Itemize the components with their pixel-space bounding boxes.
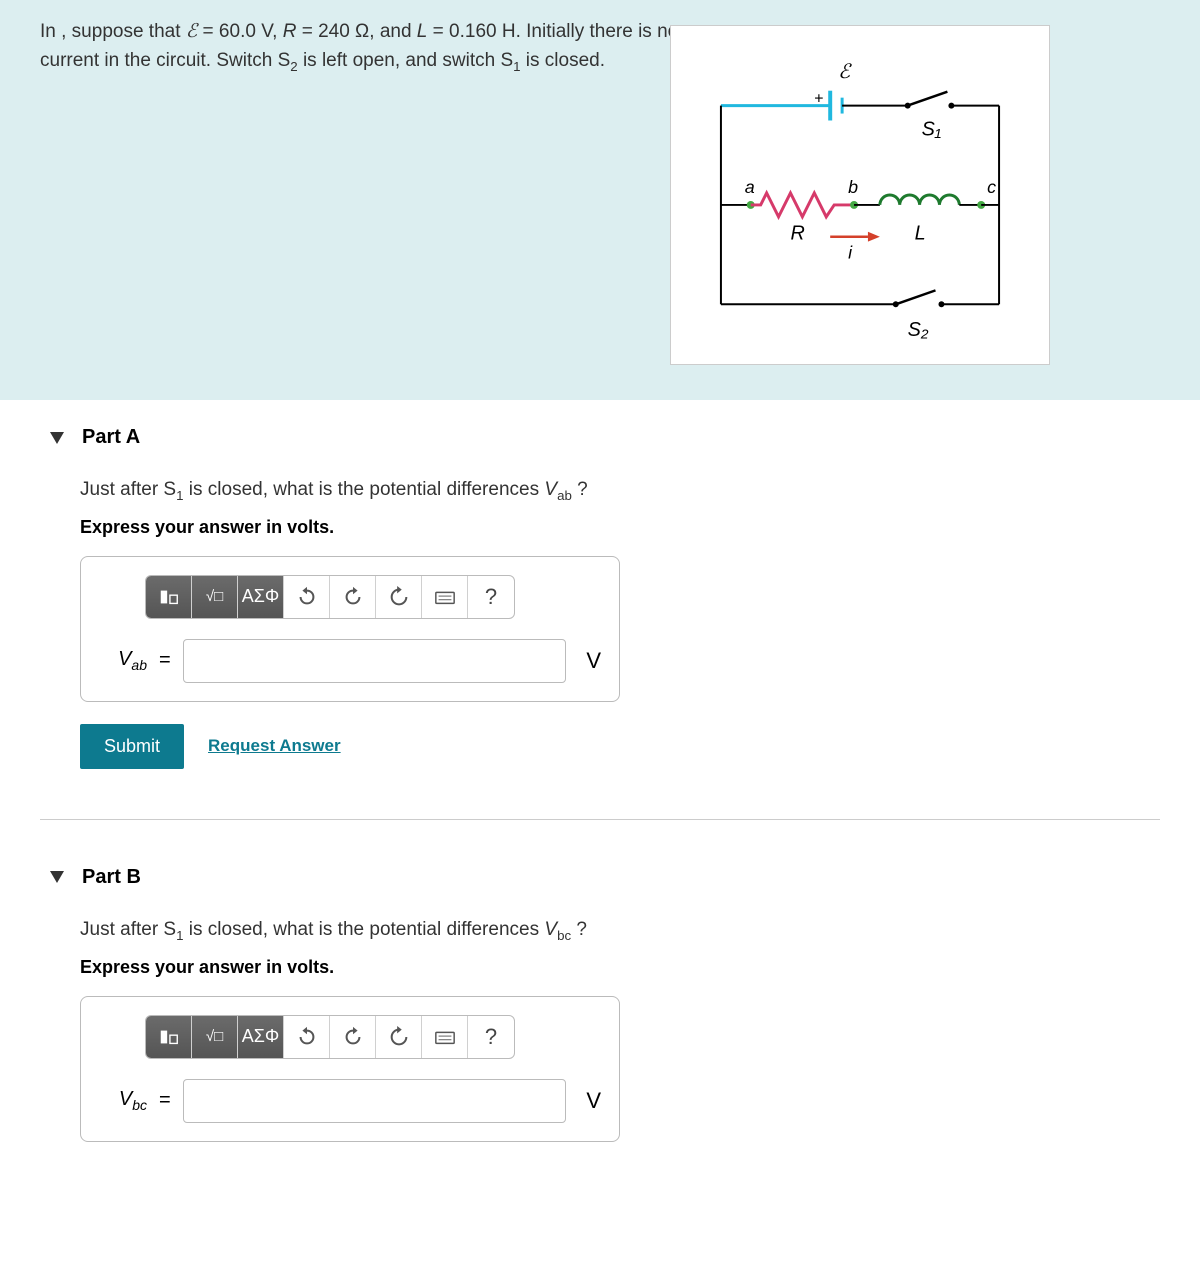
unit-b: V: [578, 1088, 601, 1114]
template-icon[interactable]: [146, 1016, 192, 1058]
svg-text:L: L: [915, 223, 926, 245]
svg-text:c: c: [987, 177, 996, 197]
svg-text:R: R: [790, 223, 804, 245]
request-answer-a[interactable]: Request Answer: [208, 736, 341, 756]
redo-icon[interactable]: [330, 576, 376, 618]
redo-icon[interactable]: [330, 1016, 376, 1058]
part-a-hint: Express your answer in volts.: [80, 517, 1150, 538]
reset-icon[interactable]: [376, 576, 422, 618]
svg-text:S₂: S₂: [908, 319, 929, 341]
unit-a: V: [578, 648, 601, 674]
part-b-question: Just after S1 is closed, what is the pot…: [80, 919, 1150, 943]
answer-input-a[interactable]: [183, 639, 567, 683]
svg-text:b: b: [848, 177, 858, 197]
part-b-title: Part B: [82, 866, 141, 889]
keyboard-icon[interactable]: [422, 576, 468, 618]
toolbar-b: √□ ΑΣΦ ?: [145, 1015, 515, 1059]
svg-text:i: i: [848, 243, 853, 263]
part-b-hint: Express your answer in volts.: [80, 957, 1150, 978]
part-a-title: Part A: [82, 426, 140, 449]
answer-box-a: √□ ΑΣΦ ? Vab =: [80, 556, 620, 702]
greek-button[interactable]: ΑΣΦ: [238, 576, 284, 618]
part-b-header[interactable]: Part B: [40, 850, 1160, 899]
problem-statement: In , suppose that ℰ = 60.0 V, R = 240 Ω,…: [40, 18, 680, 360]
keyboard-icon[interactable]: [422, 1016, 468, 1058]
radical-icon[interactable]: √□: [192, 1016, 238, 1058]
toolbar-a: √□ ΑΣΦ ?: [145, 575, 515, 619]
circuit-figure: ℰ + S₁ a R b: [670, 25, 1050, 365]
chevron-down-icon: [50, 871, 64, 883]
radical-icon[interactable]: √□: [192, 576, 238, 618]
chevron-down-icon: [50, 432, 64, 444]
var-label-b: Vbc: [99, 1088, 147, 1113]
template-icon[interactable]: [146, 576, 192, 618]
undo-icon[interactable]: [284, 1016, 330, 1058]
svg-text:ℰ: ℰ: [838, 61, 852, 83]
reset-icon[interactable]: [376, 1016, 422, 1058]
answer-input-b[interactable]: [183, 1079, 567, 1123]
greek-button[interactable]: ΑΣΦ: [238, 1016, 284, 1058]
part-a-header[interactable]: Part A: [40, 410, 1160, 459]
submit-button-a[interactable]: Submit: [80, 724, 184, 769]
svg-text:S₁: S₁: [922, 118, 942, 140]
svg-text:+: +: [814, 91, 823, 108]
svg-text:a: a: [745, 177, 755, 197]
answer-box-b: √□ ΑΣΦ ? Vbc =: [80, 996, 620, 1142]
undo-icon[interactable]: [284, 576, 330, 618]
help-icon[interactable]: ?: [468, 576, 514, 618]
var-label-a: Vab: [99, 648, 147, 673]
part-a-question: Just after S1 is closed, what is the pot…: [80, 479, 1150, 503]
help-icon[interactable]: ?: [468, 1016, 514, 1058]
